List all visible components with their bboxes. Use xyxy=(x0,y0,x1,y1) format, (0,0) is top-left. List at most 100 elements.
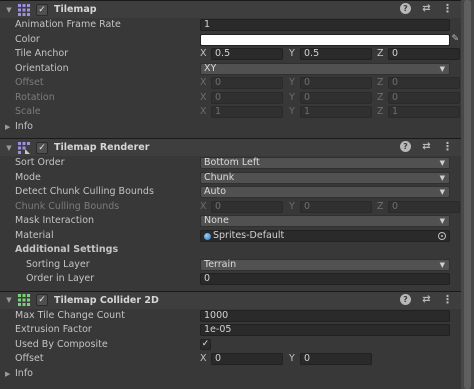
axis-y-label[interactable]: Y xyxy=(289,48,299,60)
collapse-arrow-icon[interactable]: ▼ xyxy=(3,144,15,152)
max-tile-change-count-label: Max Tile Change Count xyxy=(15,309,125,321)
collider-offset-x-field[interactable]: 0 xyxy=(211,353,283,365)
axis-y-label: Y xyxy=(289,77,295,88)
used-by-composite-checkbox[interactable]: ✓ xyxy=(200,338,211,350)
collider-offset-y-field[interactable]: 0 xyxy=(300,353,372,365)
collider-offset-label: Offset xyxy=(15,353,44,364)
axis-x-label: X xyxy=(200,106,207,117)
tilemap-collider-2d-component: ▼ ✓ Tilemap Collider 2D ? ⇄ ⋮ Max Tile C… xyxy=(0,290,461,382)
help-icon[interactable]: ? xyxy=(400,293,411,305)
collapse-arrow-icon[interactable]: ▼ xyxy=(3,296,15,304)
offset-x-field: 0 xyxy=(211,77,283,89)
mask-interaction-value: None xyxy=(204,215,229,226)
axis-x-label: X xyxy=(200,91,207,103)
axis-z-label: Z xyxy=(377,77,384,88)
info-label[interactable]: Info xyxy=(15,120,33,135)
mode-row: Mode Chunk ▼ xyxy=(0,171,461,186)
chunk-culling-bounds-y-field: 0 xyxy=(300,200,372,213)
dropdown-arrow-icon: ▼ xyxy=(439,64,445,73)
tilemap-grid-icon xyxy=(18,3,30,16)
help-icon[interactable]: ? xyxy=(400,141,411,152)
tilemap-collider-2d-header[interactable]: ▼ ✓ Tilemap Collider 2D ? ⇄ ⋮ xyxy=(0,290,461,309)
color-row: Color ✎ xyxy=(0,33,461,48)
context-menu-icon[interactable]: ⋮ xyxy=(442,294,453,305)
rotation-row: Rotation X0 Y0 Z0 xyxy=(0,91,461,106)
material-label: Material xyxy=(15,229,54,241)
material-sphere-icon xyxy=(204,232,211,240)
collapse-arrow-icon[interactable]: ▼ xyxy=(3,6,15,14)
scale-label: Scale xyxy=(15,106,41,117)
color-swatch[interactable] xyxy=(200,33,450,46)
rotation-z-field: 0 xyxy=(388,91,460,104)
sorting-layer-value: Terrain xyxy=(204,258,237,270)
detect-chunk-culling-bounds-dropdown[interactable]: Auto ▼ xyxy=(200,186,450,198)
axis-x-label[interactable]: X xyxy=(200,353,210,365)
axis-z-label[interactable]: Z xyxy=(377,48,387,60)
detect-chunk-culling-bounds-row: Detect Chunk Culling Bounds Auto ▼ xyxy=(0,185,461,200)
tilemap-info-foldout[interactable]: ▶ Info xyxy=(0,120,461,135)
presets-icon[interactable]: ⇄ xyxy=(421,3,432,14)
sort-order-dropdown[interactable]: Bottom Left ▼ xyxy=(200,157,450,169)
extrusion-factor-row: Extrusion Factor 1e-05 xyxy=(0,323,461,338)
detect-chunk-culling-bounds-label: Detect Chunk Culling Bounds xyxy=(15,186,154,197)
expand-arrow-icon[interactable]: ▶ xyxy=(5,120,10,135)
presets-icon[interactable]: ⇄ xyxy=(421,141,432,152)
offset-label: Offset xyxy=(15,77,44,88)
tilemap-renderer-enabled-checkbox[interactable]: ✓ xyxy=(36,141,48,154)
mask-interaction-row: Mask Interaction None ▼ xyxy=(0,214,461,229)
orientation-label: Orientation xyxy=(15,62,69,74)
help-icon[interactable]: ? xyxy=(400,3,411,14)
offset-y-field: 0 xyxy=(300,77,372,89)
scale-row: Scale X1 Y1 Z1 xyxy=(0,105,461,120)
tilemap-enabled-checkbox[interactable]: ✓ xyxy=(36,3,48,16)
tilemap-renderer-header[interactable]: ▼ ✓ Tilemap Renderer ? ⇄ ⋮ xyxy=(0,138,461,156)
mode-dropdown[interactable]: Chunk ▼ xyxy=(200,171,450,184)
order-in-layer-row: Order in Layer 0 xyxy=(0,272,461,287)
order-in-layer-field[interactable]: 0 xyxy=(200,273,450,285)
tile-anchor-y-field[interactable]: 0.5 xyxy=(300,48,372,60)
context-menu-icon[interactable]: ⋮ xyxy=(442,3,453,14)
dropdown-arrow-icon: ▼ xyxy=(439,173,445,182)
mode-label: Mode xyxy=(15,171,41,183)
dropdown-arrow-icon: ▼ xyxy=(439,260,445,269)
tilemap-renderer-icon xyxy=(18,141,30,154)
expand-arrow-icon[interactable]: ▶ xyxy=(5,367,10,382)
axis-z-label: Z xyxy=(377,200,384,212)
orientation-dropdown[interactable]: XY ▼ xyxy=(200,62,450,75)
context-menu-icon[interactable]: ⋮ xyxy=(442,141,453,152)
tilemap-component: ▼ ✓ Tilemap ? ⇄ ⋮ Animation Frame Rate 1… xyxy=(0,0,461,138)
animation-frame-rate-field[interactable]: 1 xyxy=(200,19,450,31)
dropdown-arrow-icon: ▼ xyxy=(439,188,445,196)
tilemap-collider-enabled-checkbox[interactable]: ✓ xyxy=(36,294,48,306)
additional-settings-row: Additional Settings xyxy=(0,243,461,258)
color-label: Color xyxy=(15,33,40,45)
sort-order-row: Sort Order Bottom Left ▼ xyxy=(0,156,461,171)
axis-y-label[interactable]: Y xyxy=(289,353,299,365)
axis-x-label[interactable]: X xyxy=(200,48,210,60)
tile-anchor-x-field[interactable]: 0.5 xyxy=(211,48,283,60)
tilemap-title: Tilemap xyxy=(54,4,97,15)
additional-settings-label: Additional Settings xyxy=(15,244,119,255)
sorting-layer-dropdown[interactable]: Terrain ▼ xyxy=(200,258,450,271)
rotation-label: Rotation xyxy=(15,91,55,103)
max-tile-change-count-field[interactable]: 1000 xyxy=(200,309,450,322)
object-picker-icon[interactable] xyxy=(438,231,446,240)
animation-frame-rate-label: Animation Frame Rate xyxy=(15,19,121,30)
collider-info-label[interactable]: Info xyxy=(15,367,33,382)
mask-interaction-dropdown[interactable]: None ▼ xyxy=(200,215,450,227)
chunk-culling-bounds-label: Chunk Culling Bounds xyxy=(15,200,120,212)
scrollbar-thumb[interactable] xyxy=(464,0,471,389)
mask-interaction-label: Mask Interaction xyxy=(15,215,95,226)
presets-icon[interactable]: ⇄ xyxy=(421,294,432,305)
dropdown-arrow-icon: ▼ xyxy=(439,159,445,167)
chunk-culling-bounds-x-field: 0 xyxy=(211,200,283,213)
sort-order-label: Sort Order xyxy=(15,157,65,168)
scale-x-field: 1 xyxy=(211,106,283,118)
tile-anchor-z-field[interactable]: 0 xyxy=(388,48,460,60)
material-object-field[interactable]: Sprites-Default xyxy=(200,229,450,242)
collider-info-foldout[interactable]: ▶ Info xyxy=(0,367,461,382)
tilemap-header[interactable]: ▼ ✓ Tilemap ? ⇄ ⋮ xyxy=(0,0,461,18)
inspector-scrollbar[interactable] xyxy=(461,0,474,389)
eyedropper-icon[interactable]: ✎ xyxy=(451,34,459,44)
extrusion-factor-field[interactable]: 1e-05 xyxy=(200,324,450,336)
